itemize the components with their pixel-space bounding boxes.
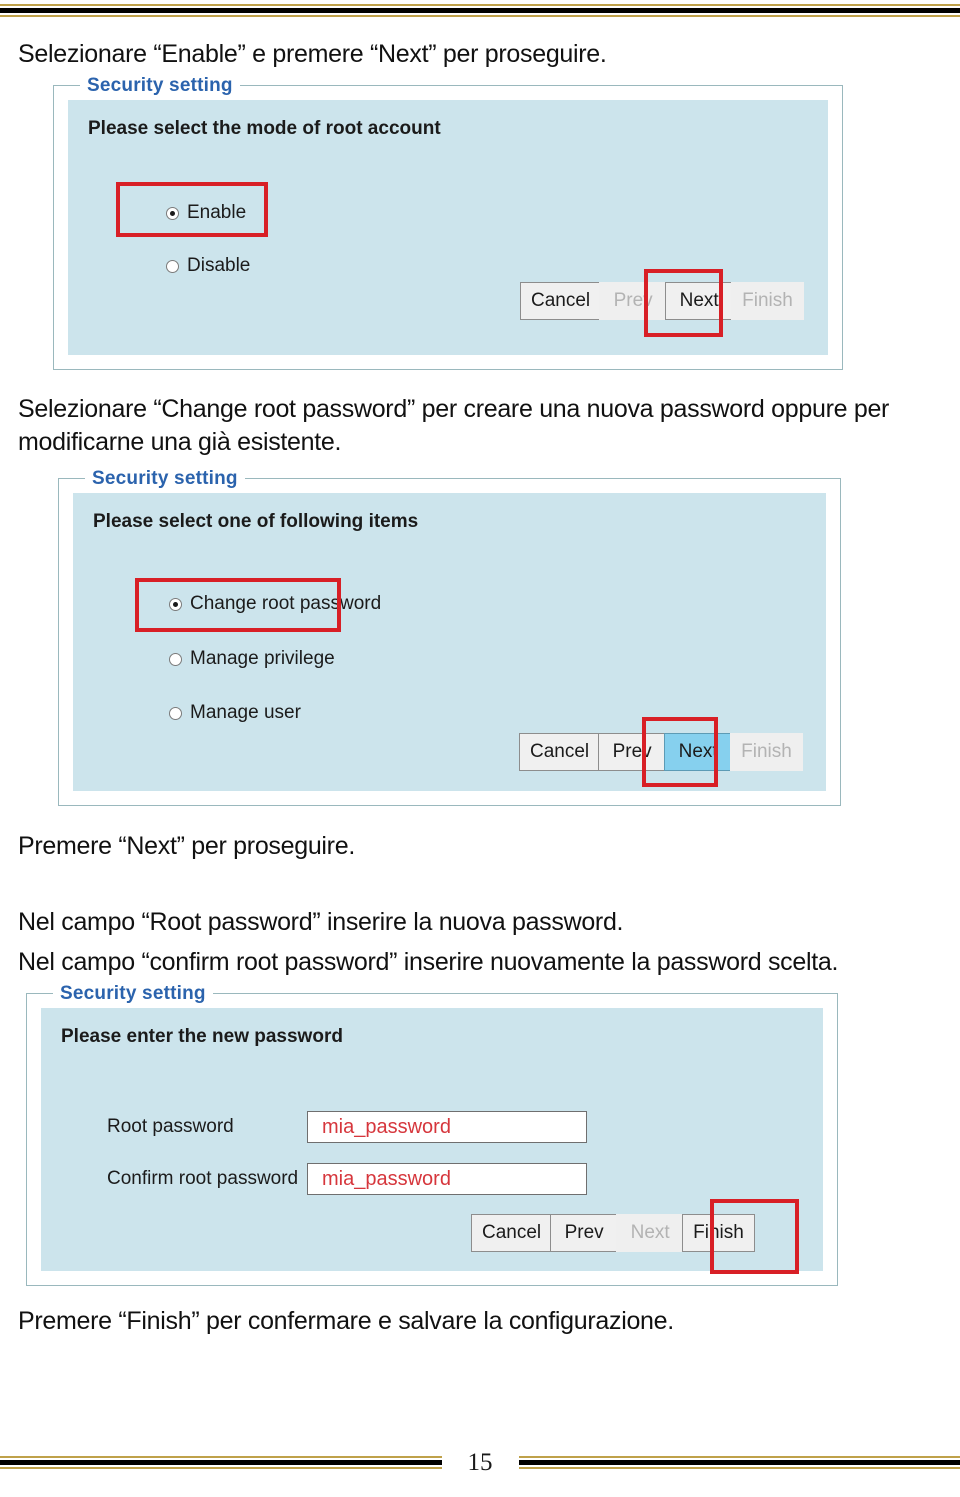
confirm-root-password-input[interactable]: mia_password [307, 1163, 587, 1195]
radio-change-root-password-icon[interactable] [169, 597, 182, 611]
figure3-finish-button[interactable]: Finish [682, 1214, 755, 1252]
instruction-paragraph-3: Premere “Next” per proseguire. [18, 832, 355, 860]
radio-disable-label: Disable [187, 255, 251, 276]
confirm-root-password-row: Confirm root password mia_password [107, 1163, 587, 1195]
figure3-legend: Security setting [53, 983, 213, 1005]
figure2-prev-button[interactable]: Prev [598, 733, 667, 771]
figure2-prompt: Please select one of following items [93, 511, 419, 532]
root-password-input[interactable]: mia_password [307, 1111, 587, 1143]
root-password-label: Root password [107, 1116, 234, 1137]
figure1-panel: Please select the mode of root account E… [68, 100, 828, 355]
figure3-panel: Please enter the new password Root passw… [41, 1008, 823, 1271]
radio-option-disable[interactable]: Disable [166, 255, 250, 277]
figure1-next-button[interactable]: Next [665, 282, 734, 320]
radio-change-root-password-label: Change root password [190, 593, 382, 614]
instruction-paragraph-6: Premere “Finish” per confermare e salvar… [18, 1307, 674, 1335]
figure1-legend: Security setting [80, 75, 240, 97]
figure2-wizard-button-bar: Cancel Prev Next Finish [519, 733, 803, 771]
figure2-cancel-button[interactable]: Cancel [519, 733, 601, 771]
radio-option-change-root-password[interactable]: Change root password [169, 593, 381, 615]
radio-option-manage-privilege[interactable]: Manage privilege [169, 648, 335, 670]
figure2-finish-button: Finish [730, 733, 803, 771]
figure2-next-button[interactable]: Next [664, 733, 733, 771]
footer-decorative-rule: 15 [0, 1450, 960, 1475]
page-number: 15 [467, 1449, 493, 1476]
header-decorative-rule [0, 4, 960, 17]
figure3-prompt: Please enter the new password [61, 1026, 343, 1047]
figure-security-setting-items: Security setting Please select one of fo… [58, 468, 841, 806]
figure3-next-button: Next [616, 1214, 685, 1252]
figure2-legend: Security setting [85, 468, 245, 490]
figure3-prev-button[interactable]: Prev [550, 1214, 619, 1252]
radio-manage-privilege-label: Manage privilege [190, 648, 335, 669]
instruction-paragraph-2: Selezionare “Change root password” per c… [18, 395, 890, 456]
radio-enable-label: Enable [187, 202, 247, 223]
radio-manage-privilege-icon[interactable] [169, 652, 182, 666]
footer-rule-right [518, 1456, 960, 1469]
figure-security-setting-new-password: Security setting Please enter the new pa… [26, 983, 838, 1286]
instruction-paragraph-1: Selezionare “Enable” e premere “Next” pe… [18, 40, 607, 68]
figure1-wizard-button-bar: Cancel Prev Next Finish [520, 282, 804, 320]
figure1-prompt: Please select the mode of root account [88, 118, 441, 139]
figure2-panel: Please select one of following items Cha… [73, 493, 826, 791]
footer-rule-left [0, 1456, 442, 1469]
instruction-paragraph-5: Nel campo “confirm root password” inseri… [18, 948, 839, 976]
radio-disable-icon[interactable] [166, 259, 179, 273]
instruction-paragraph-4: Nel campo “Root password” inserire la nu… [18, 908, 624, 936]
figure1-prev-button: Prev [599, 282, 668, 320]
rule-gold-bottom [0, 15, 960, 17]
radio-option-manage-user[interactable]: Manage user [169, 702, 301, 724]
radio-enable-icon[interactable] [166, 206, 179, 220]
figure3-wizard-button-bar: Cancel Prev Next Finish [471, 1214, 755, 1252]
root-password-row: Root password mia_password [107, 1111, 587, 1143]
confirm-root-password-label: Confirm root password [107, 1168, 299, 1189]
figure3-cancel-button[interactable]: Cancel [471, 1214, 553, 1252]
radio-option-enable[interactable]: Enable [166, 202, 246, 224]
figure1-cancel-button[interactable]: Cancel [520, 282, 602, 320]
radio-manage-user-icon[interactable] [169, 706, 182, 720]
figure1-finish-button: Finish [731, 282, 804, 320]
radio-manage-user-label: Manage user [190, 702, 301, 723]
figure-security-setting-root-mode: Security setting Please select the mode … [53, 75, 843, 370]
